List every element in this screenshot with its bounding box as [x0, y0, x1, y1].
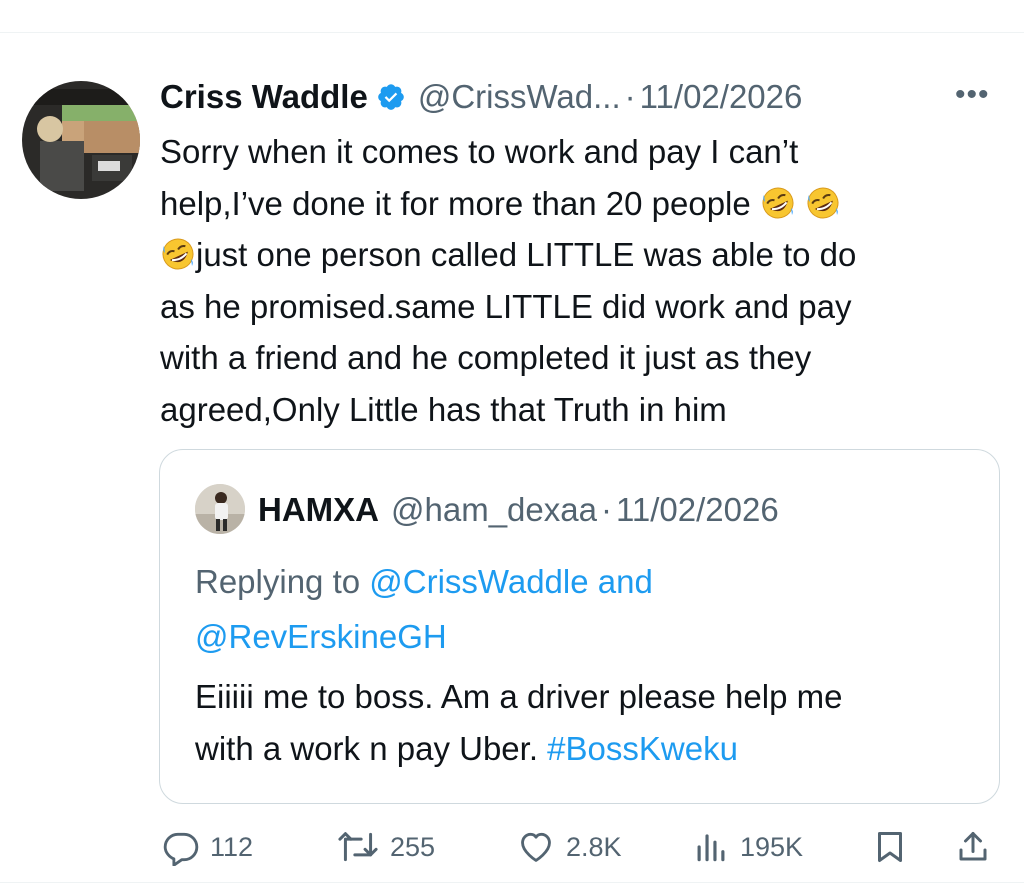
- replying-to: Replying to @CrissWaddle and @RevErskineG…: [195, 554, 975, 664]
- rolling-on-floor-laughing-emoji-icon: [160, 235, 196, 271]
- separator-dot: ·: [624, 78, 636, 115]
- repost-icon: [336, 828, 380, 866]
- views-icon: [692, 828, 730, 866]
- views-button[interactable]: 195K: [692, 822, 803, 872]
- verified-badge-icon: [376, 82, 406, 112]
- author-avatar[interactable]: [22, 81, 140, 199]
- author-handle[interactable]: @CrissWad...: [418, 78, 621, 116]
- reply-icon: [162, 828, 200, 866]
- tweet-date[interactable]: 11/02/2026: [640, 78, 803, 116]
- tweet-text-line: Sorry when it comes to work and pay I ca…: [160, 133, 799, 170]
- top-divider: [0, 32, 1024, 33]
- bottom-divider: [0, 882, 1024, 883]
- tweet-text-line: agreed,Only Little has that Truth in him: [160, 390, 727, 428]
- like-count: 2.8K: [566, 831, 622, 862]
- action-bar: 112 255 2.8K 195K: [0, 822, 1024, 872]
- views-count: 195K: [740, 831, 804, 862]
- quoted-tweet-card[interactable]: HAMXA @ham_dexaa · 11/02/2026 Replying t…: [159, 449, 1000, 804]
- reply-button[interactable]: 112: [162, 822, 253, 872]
- like-icon: [516, 828, 556, 866]
- repost-count: 255: [390, 831, 436, 862]
- like-button[interactable]: 2.8K: [516, 822, 622, 872]
- tweet-header: Criss Waddle @CrissWad... · 11/02/2026: [160, 72, 802, 122]
- share-button[interactable]: [955, 822, 991, 872]
- hashtag-link[interactable]: #BossKweku: [547, 730, 738, 767]
- mention-link[interactable]: @CrissWaddle: [369, 563, 588, 600]
- and-word: and: [588, 563, 653, 600]
- tweet-text-line: as he promised.same LITTLE did work and …: [160, 287, 852, 325]
- more-options-icon[interactable]: •••: [955, 78, 990, 112]
- repost-button[interactable]: 255: [336, 822, 435, 872]
- quote-author-name[interactable]: HAMXA: [258, 491, 379, 529]
- mention-link[interactable]: @RevErskineGH: [195, 618, 447, 655]
- quote-author-avatar[interactable]: [195, 484, 245, 534]
- share-icon: [955, 828, 991, 866]
- tweet-text-line: help,I’ve done it for more than 20 peopl…: [160, 184, 751, 222]
- tweet-text-line: with a friend and he completed it just a…: [160, 339, 812, 376]
- quote-date[interactable]: 11/02/2026: [616, 491, 779, 529]
- quote-author-handle[interactable]: @ham_dexaa: [391, 491, 597, 529]
- quote-header: HAMXA @ham_dexaa · 11/02/2026: [258, 486, 779, 534]
- quote-text-line: Eiiiii me to boss. Am a driver please he…: [195, 678, 843, 715]
- author-name[interactable]: Criss Waddle: [160, 78, 368, 116]
- separator-dot: ·: [600, 491, 612, 528]
- replying-prefix: Replying to: [195, 563, 370, 600]
- tweet-text-line: just one person called LITTLE was able t…: [196, 236, 857, 273]
- bookmark-icon: [872, 828, 908, 866]
- reply-count: 112: [210, 831, 254, 862]
- bookmark-button[interactable]: [872, 822, 908, 872]
- tweet-text: Sorry when it comes to work and pay I ca…: [160, 126, 1010, 435]
- rolling-on-floor-laughing-emoji-icon: [760, 184, 796, 220]
- rolling-on-floor-laughing-emoji-icon: [805, 184, 841, 220]
- quote-text: Eiiiii me to boss. Am a driver please he…: [195, 671, 985, 775]
- quote-text-line: with a work n pay Uber.: [195, 730, 548, 767]
